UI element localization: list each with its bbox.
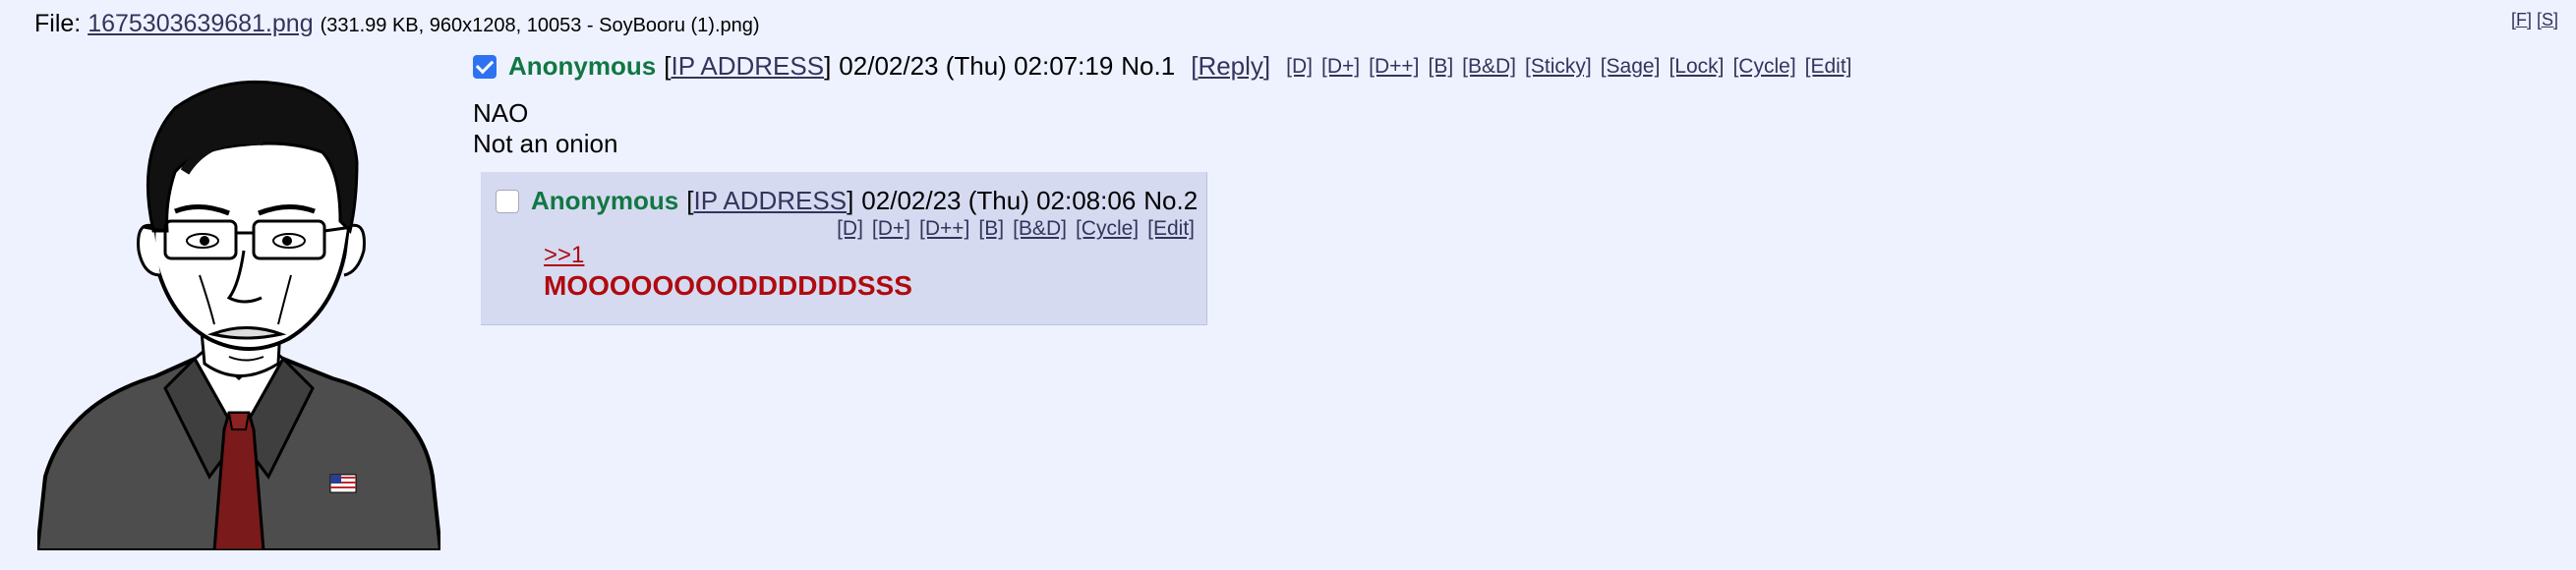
corner-link-s[interactable]: [S] <box>2537 10 2558 29</box>
reply-mod-link-delete-plus-plus[interactable]: [D++] <box>919 217 969 240</box>
mod-link-delete-plus-plus[interactable]: [D++] <box>1369 55 1419 78</box>
op-ip-open: [ <box>664 51 672 81</box>
reply-post-header: Anonymous [IP ADDRESS] 02/02/23 (Thu) 02… <box>496 186 1198 216</box>
op-body-line: NAO <box>473 98 529 128</box>
reply-mod-link-delete[interactable]: [D] <box>837 217 863 240</box>
reply-ip-open: [ <box>686 186 694 215</box>
op-reply-close: ] <box>1262 51 1271 81</box>
reply-mod-link-ban-delete[interactable]: [B&D] <box>1013 217 1067 240</box>
op-post-body: NAO Not an onion <box>473 98 617 159</box>
reply-poster-name: Anonymous <box>531 186 679 215</box>
reply-datetime: 02/02/23 (Thu) 02:08:06 <box>861 186 1137 215</box>
corner-link-f[interactable]: [F] <box>2511 10 2532 29</box>
reply-mod-link-cycle[interactable]: [Cycle] <box>1076 217 1139 240</box>
mod-link-delete[interactable]: [D] <box>1286 55 1313 78</box>
file-link[interactable]: 1675303639681.png <box>88 10 313 37</box>
mod-link-delete-plus[interactable]: [D+] <box>1321 55 1360 78</box>
reply-post-number[interactable]: No.2 <box>1143 186 1198 216</box>
reply-ip-close: ] <box>847 186 854 215</box>
op-post-header: Anonymous [IP ADDRESS] 02/02/23 (Thu) 02… <box>473 51 1861 82</box>
file-label: File: <box>34 10 82 37</box>
mod-link-ban-delete[interactable]: [B&D] <box>1462 55 1516 78</box>
op-select-checkbox[interactable] <box>473 54 497 79</box>
op-mod-links: [D] [D+] [D++] [B] [B&D] [Sticky] [Sage] [Lock]… <box>1286 55 1860 79</box>
file-info-line: File: 1675303639681.png (331.99 KB, 960x… <box>34 10 760 38</box>
mod-link-sticky[interactable]: [Sticky] <box>1525 55 1592 78</box>
reply-select-checkbox[interactable] <box>496 189 519 213</box>
op-ip-close: ] <box>824 51 832 81</box>
reply-mod-links: [D] [D+] [D++] [B] [B&D] [Cycle] [Edit] <box>828 217 1195 241</box>
op-poster-name: Anonymous <box>508 51 657 81</box>
file-details: (331.99 KB, 960x1208, 10053 - SoyBooru (… <box>320 15 760 36</box>
reply-mod-link-ban[interactable]: [B] <box>978 217 1004 240</box>
mod-link-sage[interactable]: [Sage] <box>1601 55 1661 78</box>
op-reply-label[interactable]: Reply <box>1198 51 1262 81</box>
corner-links: [F] [S] <box>2511 10 2558 30</box>
post-thumbnail-image[interactable] <box>37 64 440 550</box>
reply-mod-link-delete-plus[interactable]: [D+] <box>872 217 910 240</box>
reply-mod-link-edit[interactable]: [Edit] <box>1147 217 1195 240</box>
reply-body-text: MOOOOOOOODDDDDDSSS <box>544 270 912 301</box>
op-post-number[interactable]: No.1 <box>1121 51 1175 82</box>
op-reply-link[interactable]: [Reply] <box>1191 51 1270 82</box>
op-datetime: 02/02/23 (Thu) 02:07:19 <box>839 51 1114 81</box>
op-body-line: Not an onion <box>473 129 618 158</box>
reply-ip-address-link[interactable]: IP ADDRESS <box>693 186 847 216</box>
reply-quote-link[interactable]: >>1 <box>544 242 584 269</box>
mod-link-lock[interactable]: [Lock] <box>1669 55 1724 78</box>
reply-post: Anonymous [IP ADDRESS] 02/02/23 (Thu) 02… <box>481 172 1207 325</box>
mod-link-cycle[interactable]: [Cycle] <box>1732 55 1795 78</box>
mod-link-ban[interactable]: [B] <box>1428 55 1453 78</box>
op-ip-address-link[interactable]: IP ADDRESS <box>671 51 824 82</box>
mod-link-edit[interactable]: [Edit] <box>1805 55 1852 78</box>
